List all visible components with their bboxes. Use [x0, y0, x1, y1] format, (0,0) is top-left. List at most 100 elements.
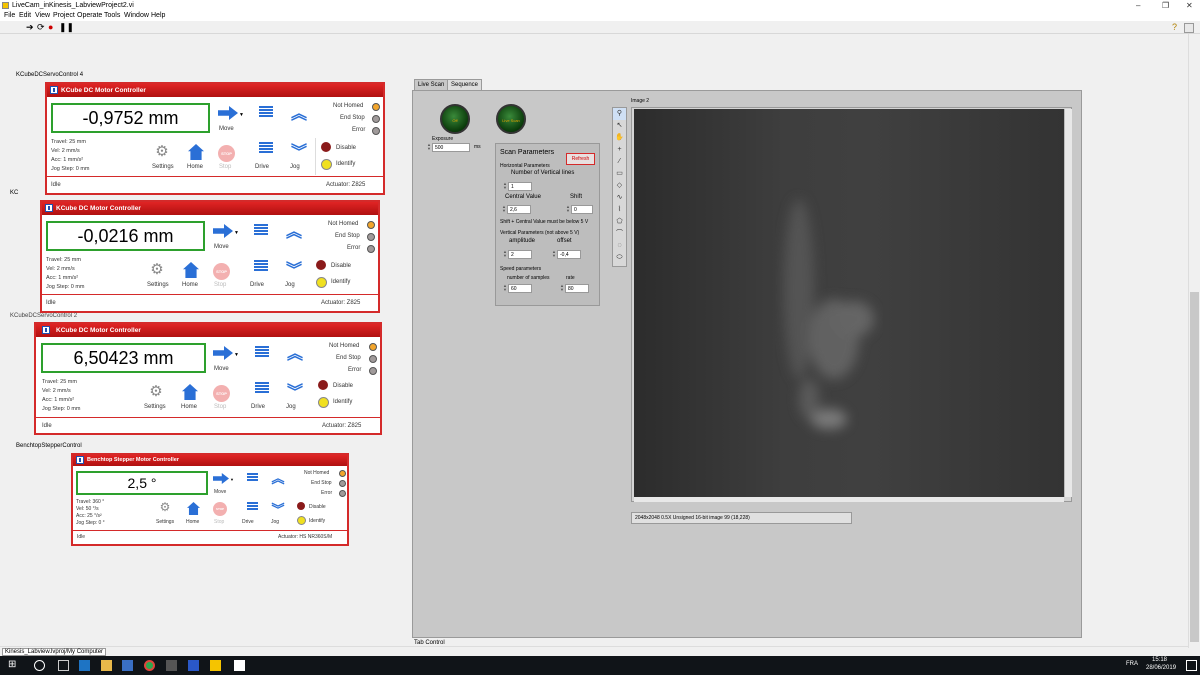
refresh-button[interactable]: Refresh	[566, 153, 595, 165]
chrome-icon[interactable]	[144, 660, 155, 671]
jog-label[interactable]: Jog	[285, 282, 295, 288]
move-dropdown-icon[interactable]: ▼	[234, 230, 239, 236]
move-arrow-icon[interactable]	[213, 346, 233, 360]
vi-window-icon[interactable]	[210, 660, 221, 671]
polygon-icon[interactable]: ⬠	[613, 216, 626, 228]
jog-up-icon[interactable]: ︽	[291, 100, 307, 124]
language-indicator[interactable]: FRA	[1126, 661, 1138, 667]
jog-label[interactable]: Jog	[290, 164, 300, 170]
clock-date[interactable]: 28/06/2019	[1146, 665, 1176, 671]
menu-tools[interactable]: Tools	[104, 11, 120, 21]
drive-bars-icon[interactable]	[247, 473, 258, 482]
disable-icon[interactable]	[297, 502, 305, 510]
jog-down-icon[interactable]: ︾	[286, 256, 302, 280]
samples-spinner[interactable]: ▲ ▼	[503, 284, 507, 293]
rate-input[interactable]: 80	[565, 284, 589, 293]
menu-window[interactable]: Window	[124, 11, 149, 21]
crosshair-icon[interactable]: +	[613, 144, 626, 156]
scroll-thumb[interactable]	[1190, 292, 1199, 642]
clock-time[interactable]: 15:18	[1152, 657, 1167, 663]
store-icon[interactable]	[122, 660, 133, 671]
move-arrow-icon[interactable]	[213, 473, 229, 484]
jog-up-icon[interactable]: ︽	[271, 468, 285, 487]
move-dropdown-icon[interactable]: ▼	[239, 112, 244, 118]
shift-spinner[interactable]: ▲ ▼	[566, 205, 570, 214]
home-icon[interactable]	[188, 144, 204, 160]
polyline-icon[interactable]: ⌇	[613, 204, 626, 216]
offset-input[interactable]: -0,4	[557, 250, 581, 259]
settings-gear-icon[interactable]: ⚙	[146, 382, 166, 400]
jog-down-icon[interactable]: ︾	[291, 138, 307, 162]
freehand-region-icon[interactable]: ⌒	[613, 228, 626, 240]
drive-bars-icon[interactable]	[255, 346, 269, 358]
window-vertical-scrollbar[interactable]	[1188, 34, 1200, 648]
disable-icon[interactable]	[316, 260, 326, 270]
drive-icon[interactable]	[254, 260, 268, 272]
stop-icon[interactable]: STOP	[213, 263, 230, 280]
rate-spinner[interactable]: ▲ ▼	[560, 284, 564, 293]
identify-icon[interactable]	[297, 516, 306, 525]
start-windows-icon[interactable]: ⊞	[8, 660, 19, 671]
settings-gear-icon[interactable]: ⚙	[147, 260, 167, 278]
jog-down-icon[interactable]: ︾	[271, 499, 285, 518]
drive-label[interactable]: Drive	[255, 164, 269, 170]
zoom-icon[interactable]: ⚲	[613, 108, 626, 120]
drive-bars-icon[interactable]	[259, 106, 273, 118]
menu-edit[interactable]: Edit	[19, 11, 31, 21]
num-lines-input[interactable]: 1	[508, 182, 532, 191]
drive-label[interactable]: Drive	[250, 282, 264, 288]
image-vertical-scrollbar[interactable]	[1064, 109, 1072, 497]
minimize-icon[interactable]: –	[1136, 0, 1140, 11]
move-arrow-icon[interactable]	[213, 224, 233, 238]
close-icon[interactable]: ✕	[1186, 0, 1193, 11]
help-icon[interactable]: ?	[1172, 23, 1177, 32]
home-icon[interactable]	[183, 262, 199, 278]
drive-label[interactable]: Drive	[242, 519, 254, 525]
drive-icon[interactable]	[259, 142, 273, 154]
stop-icon[interactable]: STOP	[218, 145, 235, 162]
camera-image[interactable]	[634, 109, 1064, 497]
shift-input[interactable]: 0	[571, 205, 593, 214]
edge-icon[interactable]	[79, 660, 90, 671]
identify-icon[interactable]	[321, 159, 332, 170]
pan-hand-icon[interactable]: ✋	[613, 132, 626, 144]
file-explorer-icon[interactable]	[101, 660, 112, 671]
line-tool-icon[interactable]: ⁄	[613, 156, 626, 168]
central-value-input[interactable]: 2,6	[507, 205, 531, 214]
labview-app-icon[interactable]	[166, 660, 177, 671]
run-continuous-icon[interactable]: ⟳	[37, 23, 45, 32]
document-icon[interactable]	[234, 660, 245, 671]
task-view-icon[interactable]	[58, 660, 69, 671]
drive-bars-icon[interactable]	[254, 224, 268, 236]
image-horizontal-scrollbar[interactable]	[634, 497, 1064, 502]
pause-icon[interactable]: ❚❚	[59, 23, 74, 32]
jog-label[interactable]: Jog	[271, 519, 279, 525]
stop-icon[interactable]: STOP	[213, 385, 230, 402]
ellipse-icon[interactable]: ⬭	[613, 252, 626, 264]
rectangle-tool-icon[interactable]: ▭	[613, 168, 626, 180]
move-arrow-icon[interactable]	[218, 106, 238, 120]
amplitude-input[interactable]: 2	[508, 250, 532, 259]
rotated-rect-icon[interactable]: ◇	[613, 180, 626, 192]
annulus-icon[interactable]: ◌	[613, 240, 626, 252]
menu-help[interactable]: Help	[151, 11, 165, 21]
settings-gear-icon[interactable]: ⚙	[157, 500, 173, 514]
search-icon[interactable]	[34, 660, 45, 671]
notification-icon[interactable]	[1186, 660, 1197, 671]
disable-icon[interactable]	[318, 380, 328, 390]
menu-file[interactable]: File	[4, 11, 15, 21]
disable-icon[interactable]	[321, 142, 331, 152]
identify-icon[interactable]	[318, 397, 329, 408]
drive-label[interactable]: Drive	[251, 404, 265, 410]
samples-input[interactable]: 60	[508, 284, 532, 293]
restore-icon[interactable]: ❐	[1162, 0, 1169, 11]
jog-up-icon[interactable]: ︽	[287, 340, 303, 364]
pointer-icon[interactable]: ↖	[613, 120, 626, 132]
jog-up-icon[interactable]: ︽	[286, 218, 302, 242]
drive-icon[interactable]	[247, 502, 258, 511]
jog-down-icon[interactable]: ︾	[287, 378, 303, 402]
project-icon[interactable]	[188, 660, 199, 671]
run-arrow-icon[interactable]: ➔	[26, 23, 34, 32]
identify-icon[interactable]	[316, 277, 327, 288]
menu-operate[interactable]: Operate	[77, 11, 102, 21]
